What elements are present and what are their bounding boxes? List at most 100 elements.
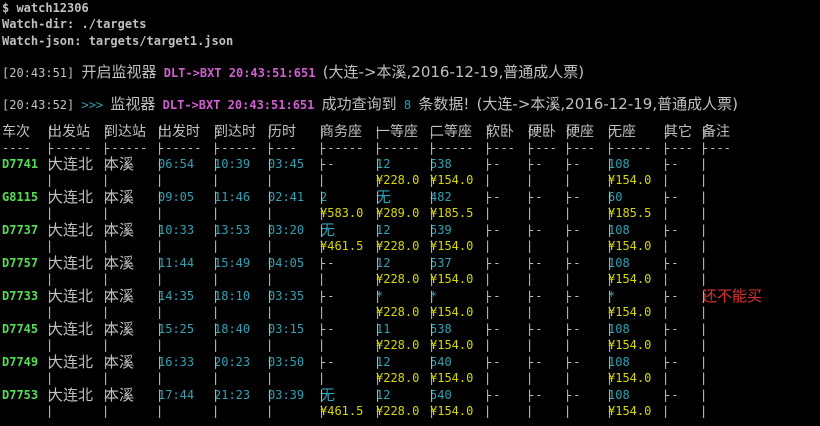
column-separator: | [46, 173, 54, 187]
column-separator: | [662, 256, 670, 270]
header-underline: ---- [2, 141, 31, 155]
column-separator: | [606, 355, 614, 369]
price-second-class: ¥154.0 [430, 404, 474, 418]
column-separator: | [526, 173, 534, 187]
column-separator: | [318, 338, 326, 352]
price-row: ¥228.0 ¥154.0 ¥154.0 | | | | | | | | | | | | | | [0, 370, 820, 386]
log2-query: (大连->本溪,2016-12-19,普通成人票) [476, 95, 738, 113]
column-separator: | [102, 272, 110, 286]
price-first-class: ¥228.0 [376, 338, 420, 352]
column-separator: | [428, 371, 436, 385]
column-separator: | [212, 239, 220, 253]
column-separator: | [700, 141, 708, 155]
price-row: ¥228.0 ¥154.0 ¥154.0 | | | | | | | | | | | | | | [0, 271, 820, 287]
column-separator: | [318, 322, 326, 336]
column-separator: | [700, 272, 708, 286]
column-separator: | [484, 206, 492, 220]
column-separator: | [662, 223, 670, 237]
cell-dur: 03:15 [268, 322, 305, 336]
column-separator: | [564, 371, 572, 385]
column-separator: | [526, 125, 534, 139]
log-line-2: [20:43:52] >>> 监视器 DLT->BXT 20:43:51:651… [2, 96, 738, 113]
column-separator: | [318, 223, 326, 237]
column-separator: | [46, 355, 54, 369]
column-separator: | [318, 190, 326, 204]
column-separator: | [318, 305, 326, 319]
price-no-seat: ¥154.0 [608, 272, 652, 286]
column-separator: | [212, 223, 220, 237]
price-no-seat: ¥154.0 [608, 338, 652, 352]
column-header: 出发站 [48, 124, 90, 140]
cell-dur: 04:05 [268, 256, 305, 270]
watch-dir-value: ./targets [81, 17, 147, 31]
cell-from: 大连北 [48, 189, 94, 205]
column-separator: | [662, 173, 670, 187]
column-separator: | [46, 190, 54, 204]
column-separator: | [46, 157, 54, 171]
price-row: ¥461.5 ¥228.0 ¥154.0 ¥154.0 | | | | | | | | | | | | | | [0, 238, 820, 254]
column-separator: | [564, 289, 572, 303]
price-no-seat: ¥154.0 [608, 404, 652, 418]
column-separator: | [428, 338, 436, 352]
column-separator: | [428, 388, 436, 402]
column-separator: | [606, 190, 614, 204]
column-separator: | [102, 239, 110, 253]
column-separator: | [374, 355, 382, 369]
header-underline: ------ [608, 141, 652, 155]
column-separator: | [606, 322, 614, 336]
table-row: D7733 大连北 本溪 14:35 18:10 03:35 -- * * -- -- -- * -- 还不… [0, 288, 820, 304]
column-separator: | [526, 190, 534, 204]
cell-dep: 06:54 [158, 157, 195, 171]
cell-train: D7745 [2, 322, 39, 336]
column-separator: | [266, 173, 274, 187]
column-header: 车次 [2, 124, 30, 140]
column-separator: | [102, 141, 110, 155]
table-row: D7745 大连北 本溪 15:25 18:40 03:15 -- 11 538 -- -- -- 10… [0, 321, 820, 337]
column-separator: | [700, 256, 708, 270]
watch-json-value: targets/target1.json [88, 34, 234, 48]
column-separator: | [700, 322, 708, 336]
log2-text: 监视器 [110, 95, 156, 113]
column-separator: | [700, 388, 708, 402]
column-separator: | [156, 173, 164, 187]
column-separator: | [700, 206, 708, 220]
price-business: ¥583.0 [320, 206, 364, 220]
column-separator: | [484, 388, 492, 402]
column-separator: | [662, 272, 670, 286]
column-separator: | [374, 322, 382, 336]
log2-count-suffix: 条数据! [418, 95, 470, 113]
column-separator: | [46, 223, 54, 237]
column-separator: | [606, 404, 614, 418]
column-separator: | [484, 141, 492, 155]
column-separator: | [46, 289, 54, 303]
column-separator: | [46, 256, 54, 270]
cell-from: 大连北 [48, 321, 94, 337]
column-separator: | [212, 338, 220, 352]
column-separator: | [102, 322, 110, 336]
column-separator: | [374, 141, 382, 155]
price-second-class: ¥154.0 [430, 371, 474, 385]
cell-dep: 11:44 [158, 256, 195, 270]
column-separator: | [156, 371, 164, 385]
column-separator: | [212, 322, 220, 336]
column-separator: | [266, 157, 274, 171]
column-separator: | [428, 157, 436, 171]
price-no-seat: ¥154.0 [608, 305, 652, 319]
column-separator: | [374, 206, 382, 220]
column-separator: | [212, 141, 220, 155]
table-row: D7741 大连北 本溪 06:54 10:39 03:45 -- 12 538 -- -- -- 10… [0, 156, 820, 172]
cell-train: D7733 [2, 289, 39, 303]
column-separator: | [318, 388, 326, 402]
column-separator: | [212, 305, 220, 319]
column-header: 商务座 [320, 124, 362, 140]
column-separator: | [662, 305, 670, 319]
column-separator: | [700, 371, 708, 385]
column-separator: | [662, 371, 670, 385]
column-header: 一等座 [376, 124, 418, 140]
column-separator: | [46, 125, 54, 139]
log2-count: 8 [403, 98, 412, 112]
column-separator: | [428, 141, 436, 155]
price-row: ¥228.0 ¥154.0 ¥154.0 | | | | | | | | | | | | | | [0, 304, 820, 320]
column-separator: | [564, 190, 572, 204]
column-separator: | [156, 404, 164, 418]
